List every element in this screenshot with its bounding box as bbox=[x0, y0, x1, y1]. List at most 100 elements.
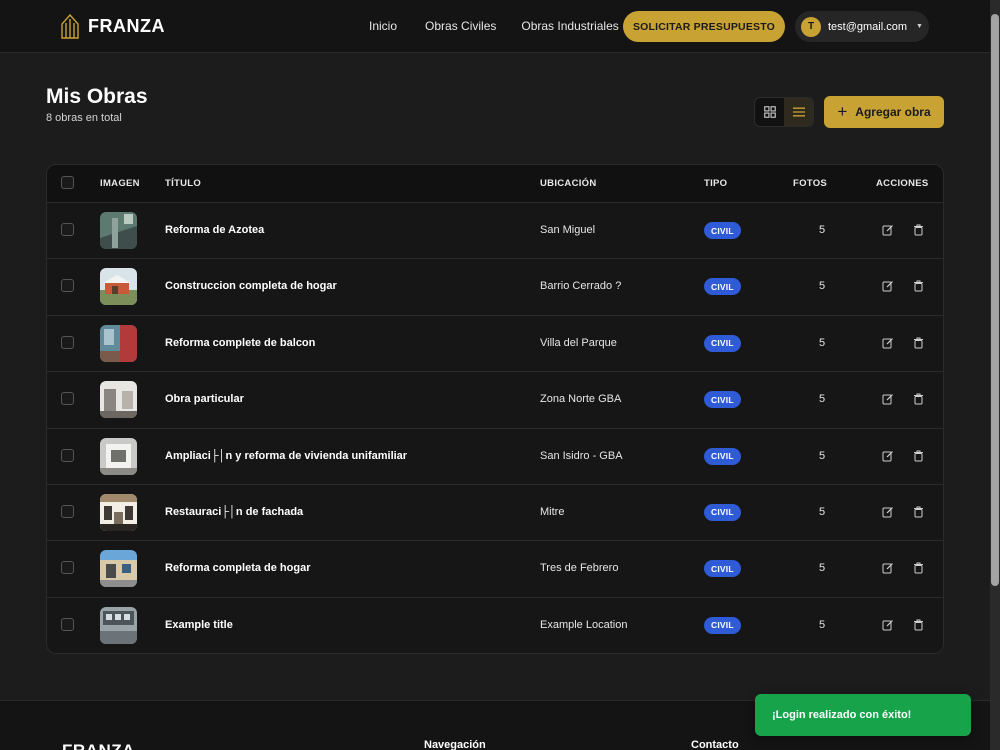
type-badge: CIVIL bbox=[704, 616, 741, 634]
type-badge: CIVIL bbox=[704, 447, 741, 465]
view-toggle bbox=[754, 97, 814, 127]
solicitar-presupuesto-button[interactable]: SOLICITAR PRESUPUESTO bbox=[623, 11, 785, 42]
grid-icon bbox=[763, 106, 776, 118]
avatar: T bbox=[801, 16, 821, 37]
type-badge: CIVIL bbox=[704, 503, 741, 521]
obra-thumbnail bbox=[100, 606, 137, 644]
obra-thumbnail bbox=[100, 268, 137, 306]
photo-count: 5 bbox=[819, 505, 826, 518]
table-row[interactable]: Ampliaci├│n y reforma de vivienda unifam… bbox=[47, 429, 943, 485]
obra-location: San Isidro - GBA bbox=[540, 449, 623, 462]
photo-count: 5 bbox=[819, 393, 826, 406]
add-obra-button[interactable]: + Agregar obra bbox=[824, 96, 944, 128]
nav-link-obras-industriales[interactable]: Obras Industriales bbox=[521, 19, 618, 33]
obra-location: Tres de Febrero bbox=[540, 562, 619, 575]
success-toast[interactable]: ¡Login realizado con éxito! bbox=[755, 694, 971, 736]
trash-icon[interactable] bbox=[911, 392, 925, 406]
row-checkbox[interactable] bbox=[61, 335, 74, 349]
user-menu[interactable]: T test@gmail.com ▼ bbox=[795, 11, 929, 42]
obra-title[interactable]: Obra particular bbox=[165, 393, 244, 405]
scrollbar-thumb[interactable] bbox=[991, 14, 999, 586]
nav-link-inicio[interactable]: Inicio bbox=[369, 19, 397, 33]
trash-icon[interactable] bbox=[911, 561, 925, 575]
obra-title[interactable]: Construccion completa de hogar bbox=[165, 280, 337, 292]
table-row[interactable]: Reforma complete de balcon Villa del Par… bbox=[47, 316, 943, 373]
page-title: Mis Obras bbox=[46, 85, 148, 108]
trash-icon[interactable] bbox=[911, 618, 925, 632]
table-header: IMAGEN TÍTULO UBICACIÓN TIPO FOTOS ACCIO… bbox=[47, 165, 943, 203]
type-badge: CIVIL bbox=[704, 391, 741, 409]
edit-icon[interactable] bbox=[881, 618, 895, 632]
obra-location: Mitre bbox=[540, 505, 565, 518]
type-badge: CIVIL bbox=[704, 222, 741, 239]
table-row[interactable]: Example title Example Location CIVIL 5 bbox=[47, 598, 943, 653]
table-row[interactable]: Reforma de Azotea San Miguel CIVIL 5 bbox=[47, 203, 943, 260]
row-checkbox[interactable] bbox=[61, 392, 74, 406]
list-view-button[interactable] bbox=[784, 98, 813, 126]
table-row[interactable]: Obra particular Zona Norte GBA CIVIL 5 bbox=[47, 372, 943, 429]
list-icon bbox=[792, 107, 805, 117]
add-obra-label: Agregar obra bbox=[855, 105, 931, 119]
grid-view-button[interactable] bbox=[755, 98, 784, 126]
type-badge: CIVIL bbox=[704, 278, 741, 296]
footer-brand[interactable]: FRANZA bbox=[62, 741, 135, 750]
row-checkbox[interactable] bbox=[61, 617, 74, 631]
edit-icon[interactable] bbox=[881, 449, 895, 463]
trash-icon[interactable] bbox=[911, 449, 925, 463]
row-checkbox[interactable] bbox=[61, 561, 74, 575]
photo-count: 5 bbox=[819, 336, 826, 349]
obra-title[interactable]: Example title bbox=[165, 619, 233, 631]
edit-icon[interactable] bbox=[881, 279, 895, 293]
obra-title[interactable]: Reforma de Azotea bbox=[165, 224, 264, 236]
column-header-ubicacion: UBICACIÓN bbox=[540, 178, 597, 189]
trash-icon[interactable] bbox=[911, 336, 925, 350]
obra-location: Example Location bbox=[540, 618, 628, 631]
row-checkbox[interactable] bbox=[61, 279, 74, 293]
toast-message: ¡Login realizado con éxito! bbox=[772, 709, 912, 721]
caret-down-icon: ▼ bbox=[916, 23, 923, 30]
table-row[interactable]: Construccion completa de hogar Barrio Ce… bbox=[47, 259, 943, 316]
column-header-fotos: FOTOS bbox=[793, 178, 828, 189]
obra-thumbnail bbox=[100, 381, 137, 419]
edit-icon[interactable] bbox=[881, 505, 895, 519]
trash-icon[interactable] bbox=[911, 223, 925, 237]
edit-icon[interactable] bbox=[881, 336, 895, 350]
obra-title[interactable]: Ampliaci├│n y reforma de vivienda unifam… bbox=[165, 450, 407, 462]
obra-thumbnail bbox=[100, 324, 137, 362]
franza-logo-icon bbox=[61, 14, 79, 39]
table-row[interactable]: Reforma completa de hogar Tres de Febrer… bbox=[47, 541, 943, 598]
trash-icon[interactable] bbox=[911, 279, 925, 293]
footer-nav-heading: Navegación bbox=[424, 739, 486, 750]
edit-icon[interactable] bbox=[881, 392, 895, 406]
obra-title[interactable]: Reforma completa de hogar bbox=[165, 562, 310, 574]
obra-thumbnail bbox=[100, 493, 137, 531]
obra-location: San Miguel bbox=[540, 224, 596, 236]
obra-title[interactable]: Restauraci├│n de fachada bbox=[165, 506, 303, 518]
user-email: test@gmail.com bbox=[828, 20, 908, 33]
main-nav: Inicio Obras Civiles Obras Industriales bbox=[369, 19, 619, 33]
row-checkbox[interactable] bbox=[61, 223, 74, 236]
photo-count: 5 bbox=[819, 618, 826, 631]
edit-icon[interactable] bbox=[881, 561, 895, 575]
brand-link[interactable]: FRANZA bbox=[60, 14, 165, 39]
footer-contact-heading: Contacto bbox=[691, 739, 739, 750]
edit-icon[interactable] bbox=[881, 223, 895, 237]
nav-link-obras-civiles[interactable]: Obras Civiles bbox=[425, 19, 496, 33]
photo-count: 5 bbox=[819, 280, 826, 293]
photo-count: 5 bbox=[819, 562, 826, 575]
photo-count: 5 bbox=[819, 224, 826, 236]
obra-title[interactable]: Reforma complete de balcon bbox=[165, 337, 315, 349]
obra-location: Villa del Parque bbox=[540, 336, 617, 349]
page-scrollbar[interactable] bbox=[990, 0, 1000, 750]
column-header-acciones: ACCIONES bbox=[876, 178, 929, 189]
table-row[interactable]: Restauraci├│n de fachada Mitre CIVIL 5 bbox=[47, 485, 943, 542]
type-badge: CIVIL bbox=[704, 560, 741, 578]
column-header-imagen: IMAGEN bbox=[100, 178, 140, 189]
page-subtitle: 8 obras en total bbox=[46, 112, 122, 124]
trash-icon[interactable] bbox=[911, 505, 925, 519]
photo-count: 5 bbox=[819, 449, 826, 462]
row-checkbox[interactable] bbox=[61, 504, 74, 518]
column-header-titulo: TÍTULO bbox=[165, 178, 202, 189]
select-all-checkbox[interactable] bbox=[61, 176, 74, 189]
row-checkbox[interactable] bbox=[61, 448, 74, 462]
